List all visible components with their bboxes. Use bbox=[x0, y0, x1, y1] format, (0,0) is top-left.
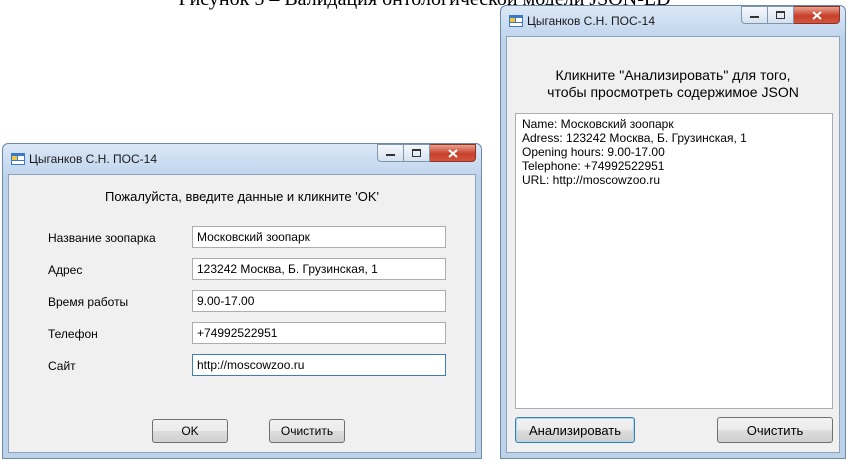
window-title: Цыганков С.Н. ПОС-14 bbox=[527, 14, 655, 28]
analyze-button[interactable]: Анализировать bbox=[515, 417, 635, 443]
field-label-site: Сайт bbox=[48, 359, 76, 373]
minimize-button[interactable] bbox=[377, 144, 404, 162]
json-line: Name: Московский зоопарк bbox=[522, 117, 674, 131]
json-line: URL: http://moscowzoo.ru bbox=[522, 173, 661, 187]
title-bar[interactable]: Цыганков С.Н. ПОС-14 bbox=[501, 6, 845, 36]
clear-button[interactable]: Очистить bbox=[717, 417, 833, 443]
minimize-icon bbox=[386, 154, 395, 156]
zoo-name-input[interactable]: Московский зоопарк bbox=[192, 226, 446, 248]
maximize-icon bbox=[776, 11, 785, 19]
title-bar[interactable]: Цыганков С.Н. ПОС-14 bbox=[3, 144, 481, 174]
hours-input[interactable]: 9.00-17.00 bbox=[192, 290, 446, 312]
app-window-icon bbox=[509, 15, 523, 27]
json-line: Telephone: +74992522951 bbox=[522, 159, 665, 173]
maximize-button[interactable] bbox=[768, 6, 794, 24]
json-line: Adress: 123242 Москва, Б. Грузинская, 1 bbox=[522, 131, 747, 145]
json-line: Opening hours: 9.00-17.00 bbox=[522, 145, 665, 159]
maximize-icon bbox=[412, 149, 421, 157]
site-input[interactable]: http://moscowzoo.ru bbox=[192, 354, 446, 376]
instruction-text: Пожалуйста, введите данные и кликните 'O… bbox=[104, 189, 379, 204]
field-label-address: Адрес bbox=[48, 263, 83, 277]
window-title: Цыганков С.Н. ПОС-14 bbox=[29, 152, 157, 166]
minimize-icon bbox=[750, 16, 759, 18]
close-button[interactable] bbox=[430, 144, 476, 162]
close-icon bbox=[811, 10, 822, 20]
close-button[interactable] bbox=[794, 6, 840, 24]
json-output-textarea[interactable]: Name: Московский зоопарк Adress: 123242 … bbox=[515, 113, 833, 409]
maximize-button[interactable] bbox=[404, 144, 430, 162]
instruction-line-1: Кликните "Анализировать" для того, bbox=[555, 67, 791, 83]
client-area: Пожалуйста, введите данные и кликните 'O… bbox=[8, 174, 476, 453]
field-label-phone: Телефон bbox=[48, 327, 98, 341]
field-label-zoo-name: Название зоопарка bbox=[48, 231, 156, 245]
phone-input[interactable]: +74992522951 bbox=[192, 322, 446, 344]
address-input[interactable]: 123242 Москва, Б. Грузинская, 1 bbox=[192, 258, 446, 280]
clear-button[interactable]: Очистить bbox=[269, 419, 345, 443]
data-entry-window: Цыганков С.Н. ПОС-14 Пожалуйста, введите… bbox=[2, 143, 482, 459]
close-icon bbox=[447, 148, 458, 158]
field-label-hours: Время работы bbox=[48, 295, 129, 309]
minimize-button[interactable] bbox=[741, 6, 768, 24]
instruction-line-2: чтобы просмотреть содержимое JSON bbox=[547, 84, 799, 100]
client-area: Кликните "Анализировать" для того, чтобы… bbox=[506, 36, 840, 453]
json-viewer-window: Цыганков С.Н. ПОС-14 Кликните "Анализиро… bbox=[500, 5, 846, 459]
app-window-icon bbox=[11, 153, 25, 165]
ok-button[interactable]: OK bbox=[152, 419, 228, 443]
